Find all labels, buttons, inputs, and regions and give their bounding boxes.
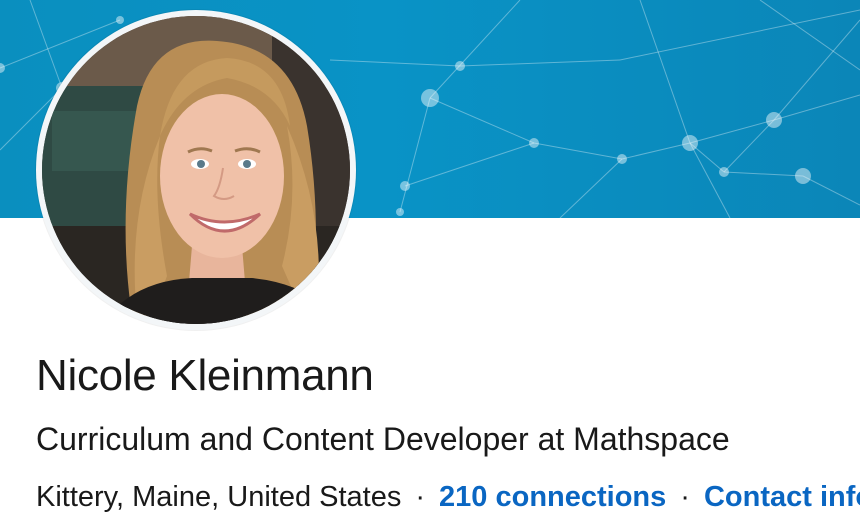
connections-link[interactable]: 210 connections bbox=[439, 481, 666, 513]
contact-info-link[interactable]: Contact info bbox=[704, 481, 860, 513]
profile-headline: Curriculum and Content Developer at Math… bbox=[36, 421, 730, 457]
meta-separator: · bbox=[415, 481, 426, 513]
profile-meta-row: Kittery, Maine, United States · 210 connec… bbox=[36, 475, 860, 519]
profile-photo-icon bbox=[42, 16, 350, 324]
profile-photo[interactable] bbox=[36, 10, 356, 330]
meta-separator: · bbox=[680, 481, 690, 513]
profile-location: Kittery, Maine, United States bbox=[36, 481, 402, 513]
profile-name: Nicole Kleinmann bbox=[36, 351, 374, 400]
